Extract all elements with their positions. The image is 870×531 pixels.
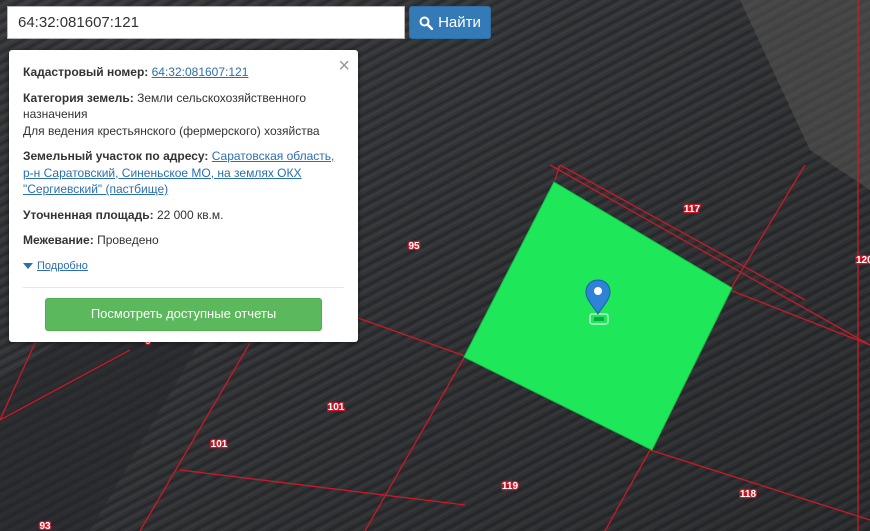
view-reports-button[interactable]: Посмотреть доступные отчеты — [45, 298, 322, 331]
svg-text:101: 101 — [328, 402, 345, 413]
search-input[interactable] — [7, 6, 405, 39]
svg-text:117: 117 — [684, 204, 701, 215]
survey-label: Межевание: — [23, 233, 94, 247]
svg-text:120: 120 — [856, 255, 870, 266]
parcel-label-101-a: 101 — [326, 401, 346, 415]
survey-value: Проведено — [97, 233, 159, 247]
parcel-label-117: 117 — [683, 203, 702, 217]
address-row: Земельный участок по адресу: Саратовская… — [23, 148, 344, 198]
search-button-label: Найти — [438, 14, 481, 31]
cadastral-link[interactable]: 64:32:081607:121 — [152, 65, 249, 79]
more-details[interactable]: Подробно — [23, 258, 344, 275]
svg-text:118: 118 — [740, 489, 757, 500]
cadastral-row: Кадастровый номер: 64:32:081607:121 — [23, 64, 344, 81]
svg-text:101: 101 — [211, 439, 228, 450]
area-row: Уточненная площадь: 22 000 кв.м. — [23, 207, 344, 224]
divider — [23, 287, 344, 288]
more-details-link[interactable]: Подробно — [37, 258, 88, 275]
survey-row: Межевание: Проведено — [23, 232, 344, 249]
parcel-label-118: 118 — [739, 488, 758, 502]
caret-down-icon — [23, 262, 33, 269]
search-icon — [419, 16, 434, 30]
parcel-info-popup: × Кадастровый номер: 64:32:081607:121 Ка… — [9, 50, 358, 342]
close-icon[interactable]: × — [338, 56, 350, 76]
parcel-label-93: 93 — [38, 520, 52, 531]
address-label: Земельный участок по адресу: — [23, 149, 209, 163]
category-label: Категория земель: — [23, 90, 134, 105]
area-value: 22 000 кв.м. — [156, 207, 224, 222]
parcel-label-101-b: 101 — [209, 438, 229, 452]
location-marker-icon[interactable] — [585, 279, 611, 325]
parcel-label-119: 119 — [501, 480, 520, 494]
svg-text:95: 95 — [408, 241, 420, 252]
svg-text:119: 119 — [502, 481, 519, 492]
svg-text:93: 93 — [39, 521, 51, 531]
search-button[interactable]: Найти — [409, 6, 491, 39]
area-label: Уточненная площадь: — [23, 207, 154, 222]
parcel-label-120: 120 — [855, 254, 870, 268]
parcel-label-95: 95 — [407, 240, 421, 254]
category-row: Категория земель: Земли сельскохозяйстве… — [23, 90, 344, 140]
cadastral-label: Кадастровый номер: — [23, 65, 149, 79]
category-usage: Для ведения крестьянского (фермерского) … — [23, 123, 320, 138]
